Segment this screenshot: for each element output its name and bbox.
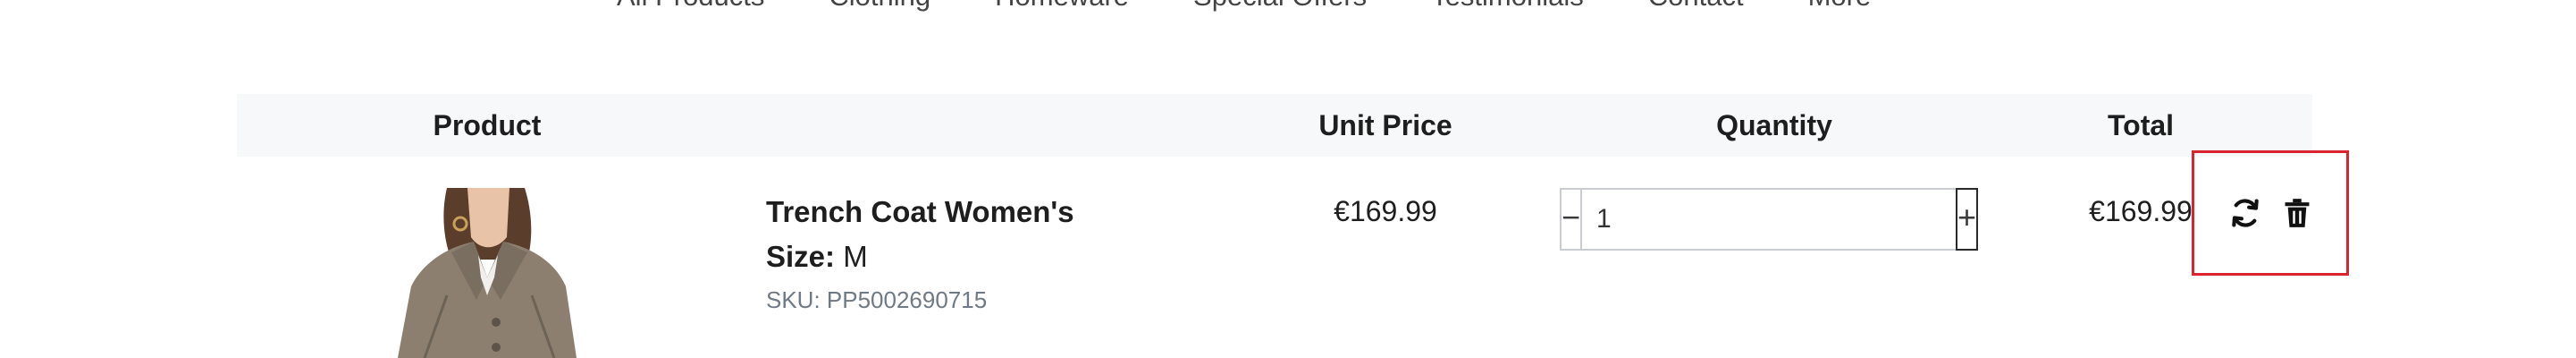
header-unit-price: Unit Price	[1318, 109, 1452, 141]
nav-item-testimonials[interactable]: Testimonials	[1431, 0, 1584, 13]
quantity-input[interactable]	[1582, 188, 1957, 251]
cart-page: All Products Clothing Homeware Special O…	[0, 0, 2576, 358]
size-value: M	[843, 240, 868, 273]
quantity-stepper: − +	[1560, 188, 1979, 251]
nav-item-all-products[interactable]: All Products	[617, 0, 764, 13]
size-label: Size:	[766, 240, 836, 273]
product-image[interactable]	[362, 188, 612, 358]
nav-item-contact[interactable]: Contact	[1648, 0, 1744, 13]
row-actions-highlight	[2192, 150, 2349, 276]
unit-price: €169.99	[1334, 195, 1437, 227]
quantity-decrease-button[interactable]: −	[1560, 188, 1583, 251]
product-size: Size: M	[766, 240, 868, 274]
cart-table: Product Unit Price Quantity Total Trench…	[237, 94, 2312, 358]
header-product: Product	[433, 109, 542, 141]
refresh-icon[interactable]	[2228, 196, 2262, 230]
nav-item-clothing[interactable]: Clothing	[829, 0, 930, 13]
quantity-increase-button[interactable]: +	[1956, 188, 1979, 251]
top-navigation: All Products Clothing Homeware Special O…	[617, 0, 1871, 13]
nav-item-homeware[interactable]: Homeware	[995, 0, 1129, 13]
trash-icon[interactable]	[2280, 196, 2314, 230]
product-sku: SKU: PP5002690715	[766, 286, 988, 313]
product-name[interactable]: Trench Coat Women's	[766, 195, 1074, 229]
nav-item-special-offers[interactable]: Special Offers	[1193, 0, 1367, 13]
cart-table-header: Product Unit Price Quantity Total	[237, 94, 2312, 157]
header-quantity: Quantity	[1716, 109, 1832, 141]
nav-item-more[interactable]: More	[1808, 0, 1872, 13]
header-total: Total	[2107, 109, 2175, 141]
